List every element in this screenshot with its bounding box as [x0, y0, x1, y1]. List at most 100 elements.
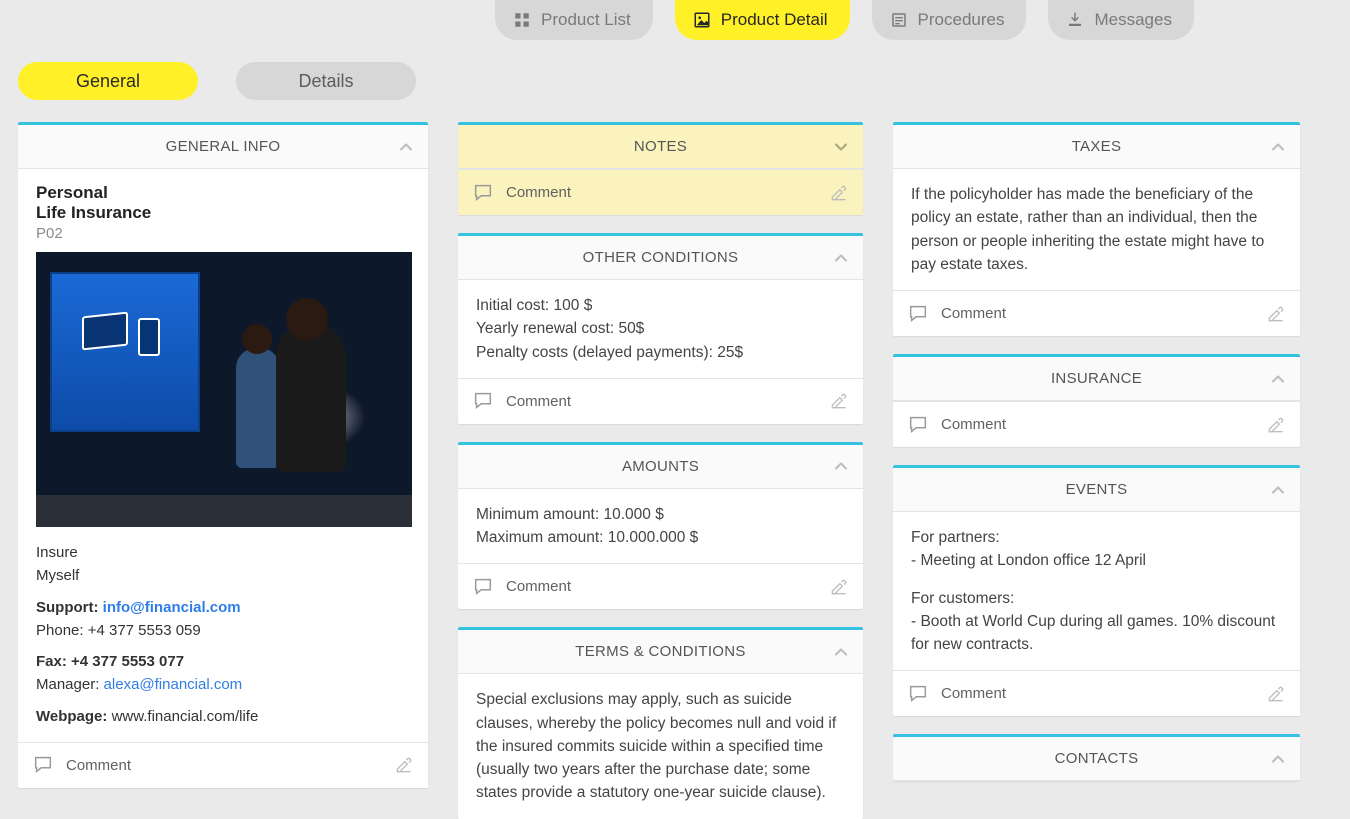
terms-text: Special exclusions may apply, such as su…: [476, 688, 845, 804]
chevron-up-icon[interactable]: [1268, 480, 1288, 500]
info-block: Insure Myself Support: info@financial.co…: [36, 541, 410, 728]
chevron-up-icon[interactable]: [831, 456, 851, 476]
card-header[interactable]: EVENTS: [893, 468, 1300, 512]
card-terms: TERMS & CONDITIONS Special exclusions ma…: [458, 627, 863, 818]
comment-row[interactable]: Comment: [458, 169, 863, 215]
chevron-up-icon[interactable]: [396, 137, 416, 157]
product-code: P02: [36, 225, 410, 242]
comment-row[interactable]: Comment: [18, 742, 428, 788]
card-header[interactable]: AMOUNTS: [458, 445, 863, 489]
tab-label: Procedures: [918, 10, 1005, 30]
comment-label: Comment: [66, 757, 131, 774]
whom-line1: Insure: [36, 541, 410, 564]
subtab-general[interactable]: General: [18, 62, 198, 100]
tab-product-detail[interactable]: Product Detail: [675, 0, 850, 40]
chat-icon: [472, 576, 494, 598]
product-image: [36, 252, 412, 527]
comment-label: Comment: [941, 685, 1006, 702]
comment-label: Comment: [941, 416, 1006, 433]
product-title-line1: Personal: [36, 183, 410, 203]
card-header[interactable]: TERMS & CONDITIONS: [458, 630, 863, 674]
amount-line: Maximum amount: 10.000.000 $: [476, 526, 845, 549]
comment-row[interactable]: Comment: [458, 563, 863, 609]
event-line: [911, 573, 1282, 587]
taxes-text: If the policyholder has made the benefic…: [911, 183, 1282, 276]
chevron-up-icon[interactable]: [831, 248, 851, 268]
column-middle: NOTES Comment OTHER CONDITIONS Initial c…: [458, 122, 863, 819]
card-general-info: GENERAL INFO Personal Life Insurance P02…: [18, 122, 428, 788]
card-title: INSURANCE: [1051, 370, 1142, 387]
tab-procedures[interactable]: Procedures: [872, 0, 1027, 40]
top-nav: Product List Product Detail Procedures M…: [0, 0, 1350, 40]
card-events: EVENTS For partners: - Meeting at London…: [893, 465, 1300, 716]
condition-line: Initial cost: 100 $: [476, 294, 845, 317]
column-left: GENERAL INFO Personal Life Insurance P02…: [18, 122, 428, 819]
comment-label: Comment: [941, 305, 1006, 322]
card-body: Minimum amount: 10.000 $ Maximum amount:…: [458, 489, 863, 564]
download-icon: [1066, 11, 1084, 29]
edit-icon[interactable]: [394, 755, 414, 775]
comment-label: Comment: [506, 578, 571, 595]
card-header[interactable]: CONTACTS: [893, 737, 1300, 781]
comment-row[interactable]: Comment: [893, 401, 1300, 447]
tab-product-list[interactable]: Product List: [495, 0, 653, 40]
card-header[interactable]: GENERAL INFO: [18, 125, 428, 169]
chevron-up-icon[interactable]: [1268, 749, 1288, 769]
chat-icon: [472, 182, 494, 204]
chevron-down-icon[interactable]: [831, 137, 851, 157]
webpage-label: Webpage:: [36, 708, 107, 725]
card-other-conditions: OTHER CONDITIONS Initial cost: 100 $ Yea…: [458, 233, 863, 424]
subtab-label: General: [76, 71, 140, 92]
card-body: Initial cost: 100 $ Yearly renewal cost:…: [458, 280, 863, 378]
card-title: NOTES: [634, 138, 687, 155]
chat-icon: [907, 303, 929, 325]
edit-icon[interactable]: [829, 183, 849, 203]
tab-label: Messages: [1094, 10, 1171, 30]
event-line: - Meeting at London office 12 April: [911, 549, 1282, 572]
card-title: EVENTS: [1066, 481, 1128, 498]
chat-icon: [907, 683, 929, 705]
list-icon: [890, 11, 908, 29]
card-title: TAXES: [1072, 138, 1122, 155]
sub-nav: General Details: [0, 62, 1350, 100]
manager-email-link[interactable]: alexa@financial.com: [104, 676, 243, 693]
product-title-line2: Life Insurance: [36, 203, 410, 223]
edit-icon[interactable]: [1266, 684, 1286, 704]
edit-icon[interactable]: [829, 391, 849, 411]
chevron-up-icon[interactable]: [1268, 369, 1288, 389]
chat-icon: [472, 390, 494, 412]
grid-icon: [513, 11, 531, 29]
tab-label: Product Detail: [721, 10, 828, 30]
edit-icon[interactable]: [829, 577, 849, 597]
comment-row[interactable]: Comment: [893, 670, 1300, 716]
card-taxes: TAXES If the policyholder has made the b…: [893, 122, 1300, 336]
chevron-up-icon[interactable]: [831, 642, 851, 662]
manager-label: Manager:: [36, 676, 99, 693]
card-header[interactable]: NOTES: [458, 125, 863, 169]
card-body: Special exclusions may apply, such as su…: [458, 674, 863, 818]
card-insurance: INSURANCE Comment: [893, 354, 1300, 447]
subtab-label: Details: [298, 71, 353, 92]
comment-row[interactable]: Comment: [458, 378, 863, 424]
chevron-up-icon[interactable]: [1268, 137, 1288, 157]
card-body: Personal Life Insurance P02 Insure Mysel…: [18, 169, 428, 742]
chat-icon: [32, 754, 54, 776]
card-notes: NOTES Comment: [458, 122, 863, 215]
subtab-details[interactable]: Details: [236, 62, 416, 100]
phone-value: +4 377 5553 059: [88, 622, 201, 639]
comment-row[interactable]: Comment: [893, 290, 1300, 336]
edit-icon[interactable]: [1266, 304, 1286, 324]
chat-icon: [907, 414, 929, 436]
tab-messages[interactable]: Messages: [1048, 0, 1193, 40]
card-header[interactable]: TAXES: [893, 125, 1300, 169]
condition-line: Yearly renewal cost: 50$: [476, 317, 845, 340]
card-header[interactable]: INSURANCE: [893, 357, 1300, 401]
card-header[interactable]: OTHER CONDITIONS: [458, 236, 863, 280]
event-line: For customers:: [911, 587, 1282, 610]
support-label: Support:: [36, 599, 98, 616]
webpage-value: www.financial.com/life: [112, 708, 259, 725]
support-email-link[interactable]: info@financial.com: [103, 599, 241, 616]
column-right: TAXES If the policyholder has made the b…: [893, 122, 1300, 819]
edit-icon[interactable]: [1266, 415, 1286, 435]
card-amounts: AMOUNTS Minimum amount: 10.000 $ Maximum…: [458, 442, 863, 610]
